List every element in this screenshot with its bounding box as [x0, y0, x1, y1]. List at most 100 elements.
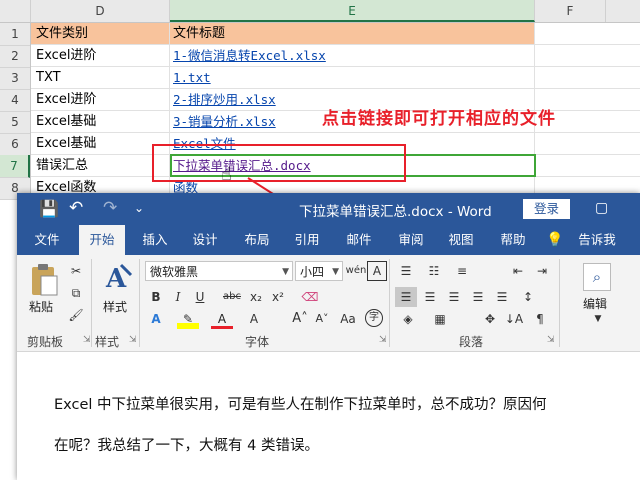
column-header-bar: D E F: [0, 0, 640, 23]
row-header[interactable]: 2: [0, 45, 30, 68]
ribbon-tabs: 文件 开始 插入 设计 布局 引用 邮件 审阅 视图 帮助 💡 告诉我: [17, 225, 640, 255]
row-header[interactable]: 4: [0, 89, 30, 112]
file-link-cell[interactable]: 2-排序炒用.xlsx: [170, 89, 276, 110]
dialog-launcher-icon[interactable]: ⇲: [379, 335, 387, 345]
copy-icon[interactable]: ⧉: [65, 283, 87, 303]
text-effects-icon[interactable]: A: [145, 309, 167, 329]
group-label-paragraph: 段落: [459, 335, 484, 349]
enclose-characters-icon[interactable]: 字: [365, 309, 383, 327]
file-link-cell[interactable]: 1.txt: [170, 67, 211, 88]
sort-icon[interactable]: ↓A: [503, 309, 525, 329]
category-cell[interactable]: 错误汇总: [33, 155, 88, 176]
login-button[interactable]: 登录: [523, 199, 570, 219]
italic-icon[interactable]: I: [167, 287, 189, 307]
tab-review[interactable]: 审阅: [389, 225, 433, 255]
column-header-d[interactable]: D: [31, 0, 170, 22]
tab-help[interactable]: 帮助: [491, 225, 535, 255]
align-center-icon[interactable]: ☰: [419, 287, 441, 307]
cut-icon[interactable]: ✂: [65, 261, 87, 281]
align-right-icon[interactable]: ☰: [443, 287, 465, 307]
row-header[interactable]: 1: [0, 23, 30, 46]
subscript-icon[interactable]: x₂: [245, 287, 267, 307]
tab-home[interactable]: 开始: [79, 225, 125, 255]
underline-icon[interactable]: U: [189, 287, 211, 307]
chevron-down-icon: ▼: [332, 267, 339, 277]
superscript-icon[interactable]: x²: [267, 287, 289, 307]
paste-icon[interactable]: [29, 263, 59, 297]
shrink-font-icon[interactable]: A˅: [311, 309, 333, 329]
styles-button[interactable]: 样式: [103, 298, 127, 315]
show-marks-icon[interactable]: ¶: [529, 309, 551, 329]
hand-cursor-icon: ☝: [221, 164, 232, 185]
select-all-corner[interactable]: [0, 0, 31, 22]
tab-view[interactable]: 视图: [439, 225, 483, 255]
row-header-selected[interactable]: 7: [0, 155, 30, 178]
undo-icon[interactable]: ↶: [69, 198, 83, 218]
customize-toolbar-icon[interactable]: ⌄: [134, 201, 144, 215]
column-header-f[interactable]: F: [535, 0, 606, 22]
format-painter-icon[interactable]: 🖌: [65, 305, 87, 325]
document-body[interactable]: Excel 中下拉菜单很实用，可是有些人在制作下拉菜单时，总不成功？原因何 在呢…: [17, 352, 640, 480]
file-link-cell[interactable]: 3-销量分析.xlsx: [170, 111, 276, 132]
character-shading-icon[interactable]: A: [243, 309, 265, 329]
strikethrough-icon[interactable]: abc: [221, 287, 243, 307]
dialog-launcher-icon[interactable]: ⇲: [547, 335, 555, 345]
increase-indent-icon[interactable]: ⇥: [531, 261, 553, 281]
tab-file[interactable]: 文件: [25, 225, 69, 255]
file-link-cell[interactable]: 1-微信消息转Excel.xlsx: [170, 45, 326, 66]
save-icon[interactable]: 💾: [39, 199, 59, 218]
decrease-indent-icon[interactable]: ⇤: [507, 261, 529, 281]
dialog-launcher-icon[interactable]: ⇲: [129, 335, 137, 345]
column-header-e[interactable]: E: [170, 0, 535, 22]
chevron-down-icon[interactable]: ▼: [587, 309, 609, 329]
tab-mailings[interactable]: 邮件: [337, 225, 381, 255]
font-name-dropdown[interactable]: 微软雅黑 ▼: [145, 261, 293, 281]
borders-icon[interactable]: ▦: [429, 309, 451, 329]
tab-insert[interactable]: 插入: [133, 225, 177, 255]
tab-layout[interactable]: 布局: [235, 225, 279, 255]
chinese-layout-icon[interactable]: ✥: [479, 309, 501, 329]
character-border-icon[interactable]: A: [367, 261, 387, 281]
phonetic-guide-icon[interactable]: wén: [345, 261, 367, 281]
font-color-icon[interactable]: A: [211, 309, 233, 329]
category-cell[interactable]: Excel进阶: [33, 45, 96, 66]
font-size-value: 小四: [300, 265, 325, 279]
highlight-icon[interactable]: ✎: [177, 309, 199, 329]
excel-sheet: D E F 1 2 3 4 5 6 7 8 文件类别 文件标题 Excel进阶 …: [0, 0, 640, 210]
tell-me-search[interactable]: 告诉我: [569, 225, 625, 255]
ribbon-display-options-icon[interactable]: ▢: [595, 200, 608, 216]
row-header[interactable]: 5: [0, 111, 30, 134]
window-title: 下拉菜单错误汇总.docx - Word: [299, 204, 492, 220]
header-row-fill: [31, 23, 535, 44]
header-cell-category[interactable]: 文件类别: [33, 23, 88, 44]
category-cell[interactable]: TXT: [33, 67, 61, 88]
distributed-icon[interactable]: ☰: [491, 287, 513, 307]
title-bar: 💾 ↶ ↷ ⌄ 下拉菜单错误汇总.docx - Word 登录 ▢: [17, 193, 640, 225]
change-case-icon[interactable]: Aa: [337, 309, 359, 329]
line-spacing-icon[interactable]: ↕: [517, 287, 539, 307]
justify-icon[interactable]: ☰: [467, 287, 489, 307]
tab-references[interactable]: 引用: [285, 225, 329, 255]
styles-icon[interactable]: A: [103, 261, 133, 295]
dialog-launcher-icon[interactable]: ⇲: [83, 335, 91, 345]
category-cell[interactable]: Excel进阶: [33, 89, 96, 110]
font-size-dropdown[interactable]: 小四 ▼: [295, 261, 343, 281]
multilevel-list-icon[interactable]: ≡: [451, 261, 473, 281]
tab-design[interactable]: 设计: [183, 225, 227, 255]
clear-formatting-icon[interactable]: ⌫: [299, 287, 321, 307]
row-header[interactable]: 3: [0, 67, 30, 90]
bold-icon[interactable]: B: [145, 287, 167, 307]
find-icon[interactable]: ⌕: [583, 263, 611, 291]
paste-button[interactable]: 粘贴: [29, 298, 53, 315]
align-left-icon[interactable]: ☰: [395, 287, 417, 307]
shading-icon[interactable]: ◈: [397, 309, 419, 329]
bullets-icon[interactable]: ☰: [395, 261, 417, 281]
category-cell[interactable]: Excel基础: [33, 111, 96, 132]
row-header[interactable]: 6: [0, 133, 30, 156]
numbering-icon[interactable]: ☷: [423, 261, 445, 281]
redo-icon[interactable]: ↷: [103, 198, 117, 218]
grow-font-icon[interactable]: A˄: [289, 309, 311, 329]
header-cell-title[interactable]: 文件标题: [170, 23, 225, 44]
category-cell[interactable]: Excel基础: [33, 133, 96, 154]
annotation-text: 点击链接即可打开相应的文件: [322, 109, 556, 129]
